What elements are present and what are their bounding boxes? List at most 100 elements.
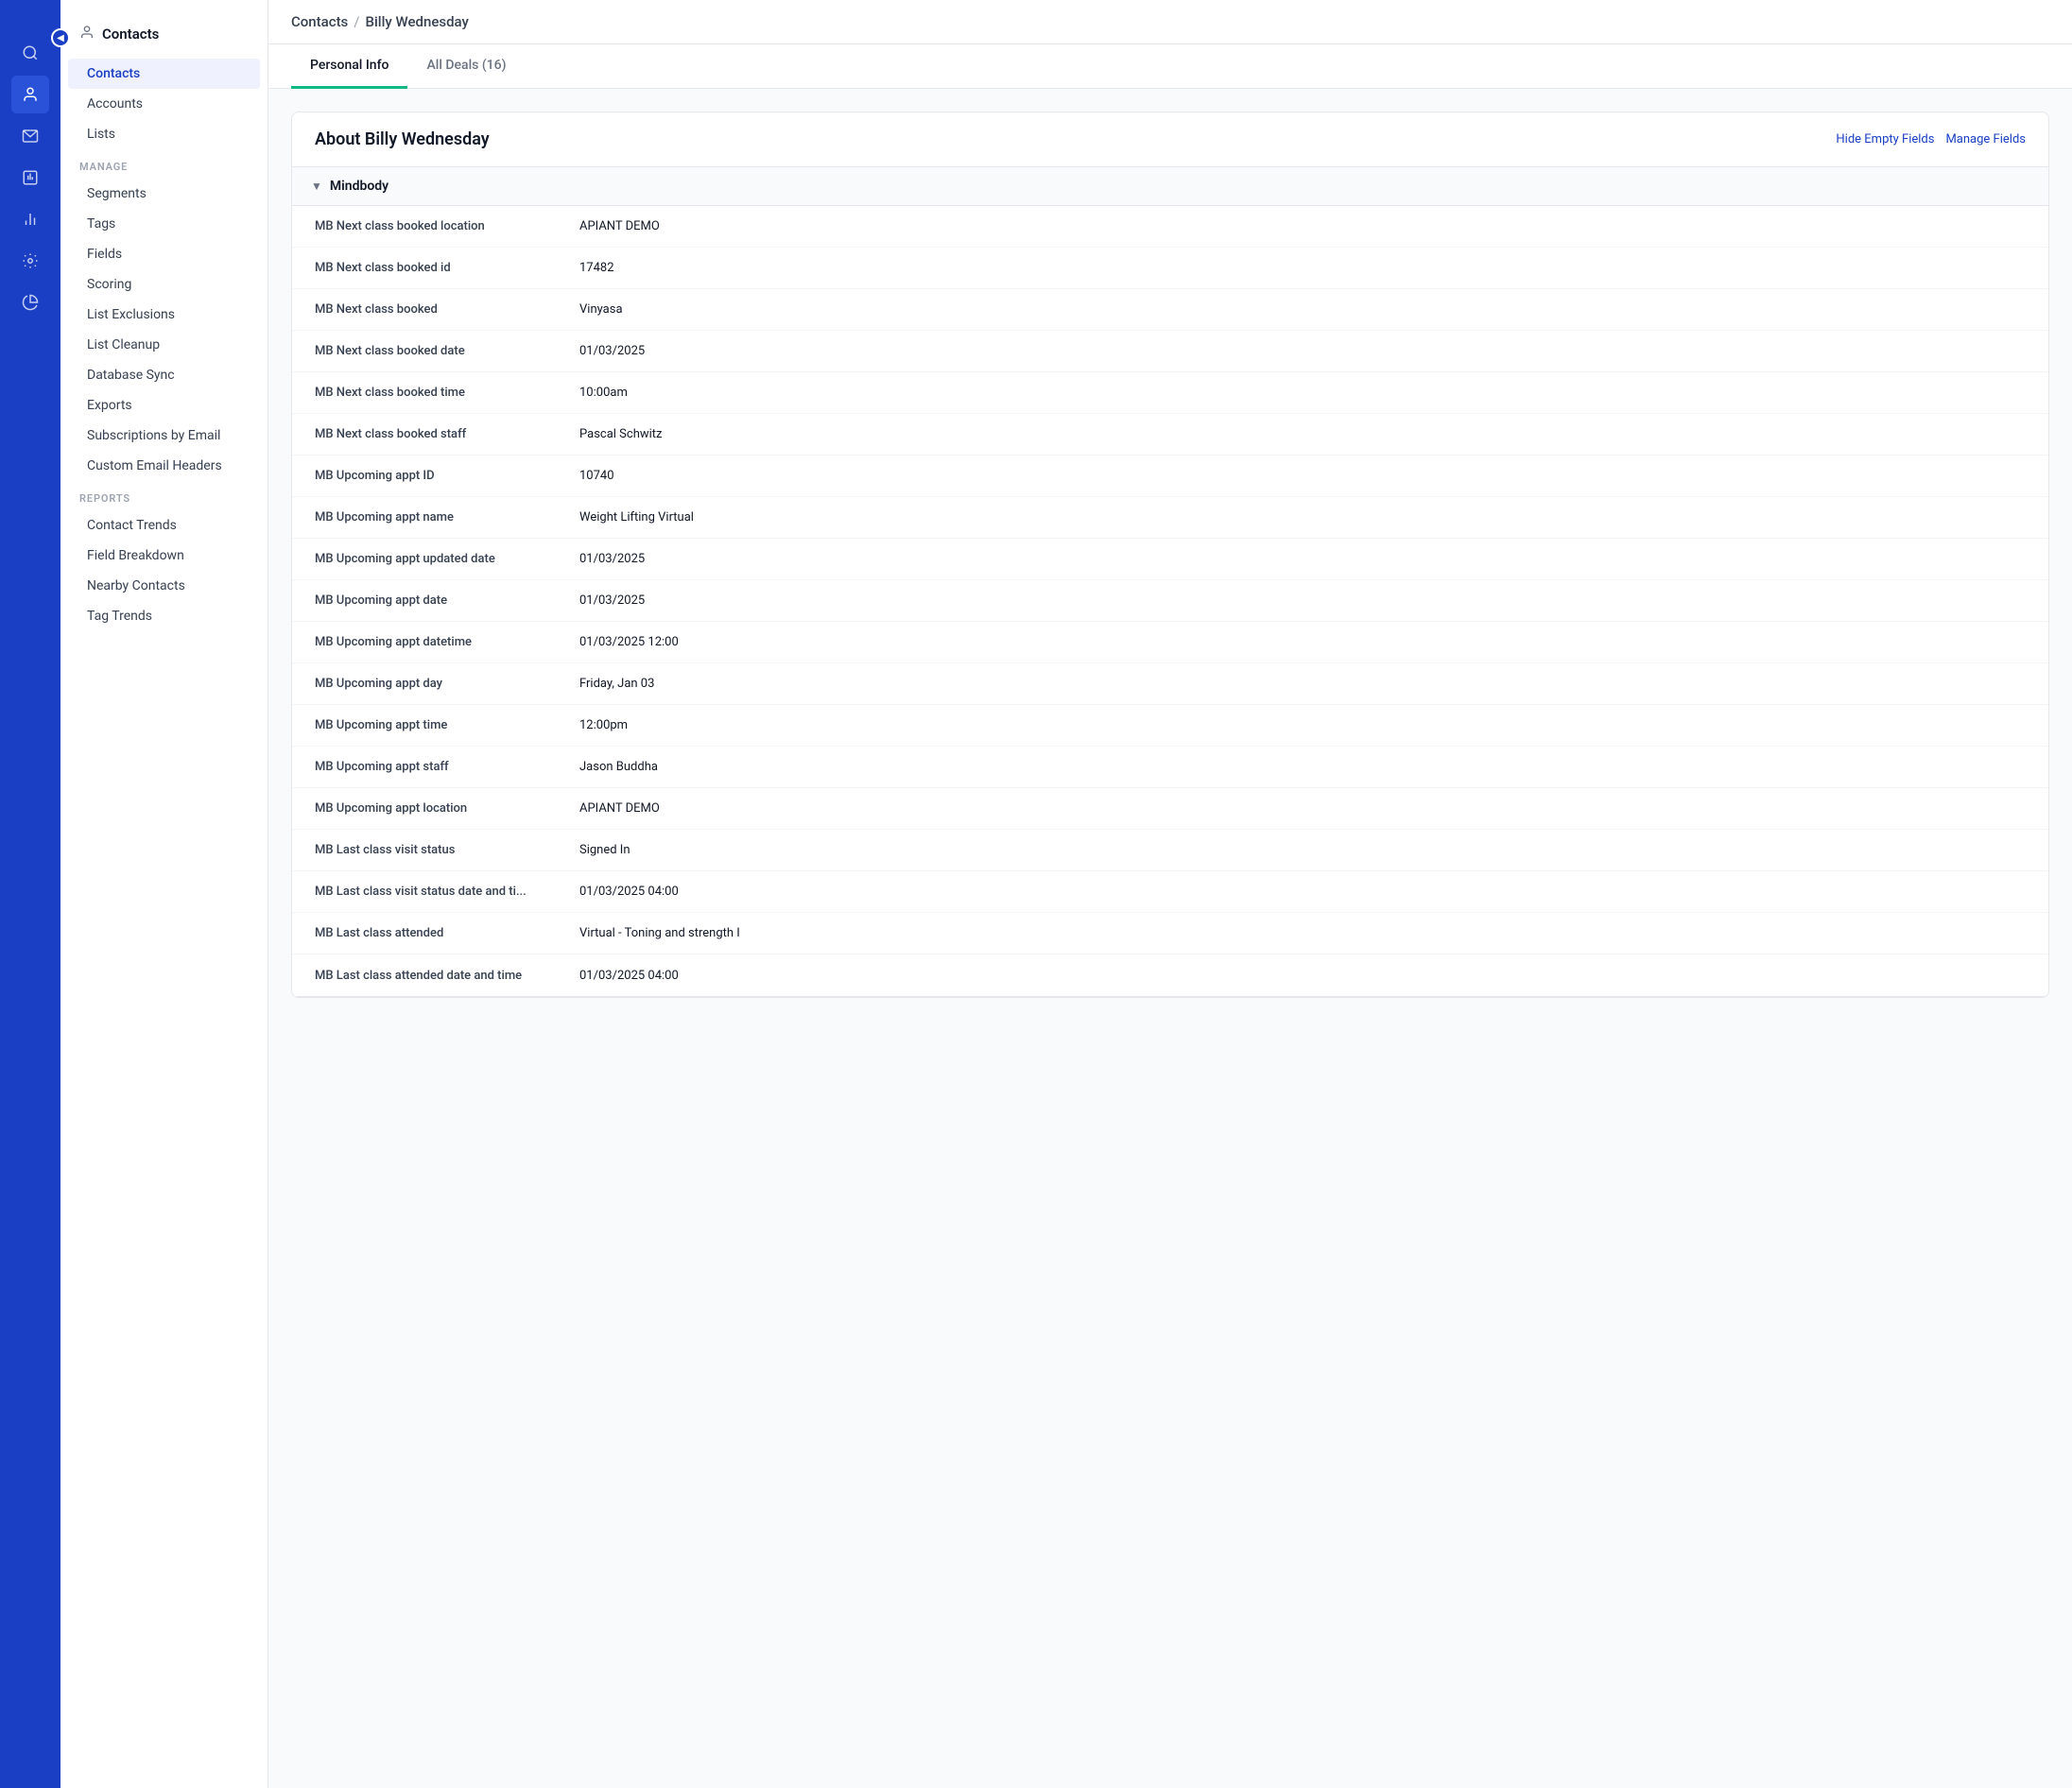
collapse-button[interactable]: ◀ [51,28,70,47]
table-row: MB Upcoming appt name Weight Lifting Vir… [292,497,2048,539]
field-label: MB Next class booked location [315,219,579,233]
field-value: 01/03/2025 12:00 [579,635,2026,649]
field-value: 01/03/2025 [579,344,2026,358]
sidebar-item-database-sync[interactable]: Database Sync [68,360,260,390]
sidebar-item-contacts[interactable]: Contacts [68,59,260,89]
sidebar-item-tags[interactable]: Tags [68,209,260,239]
nav-icon-settings[interactable] [11,242,49,280]
table-row: MB Last class attended Virtual - Toning … [292,913,2048,954]
field-label: MB Upcoming appt day [315,677,579,691]
sidebar-item-fields[interactable]: Fields [68,239,260,269]
sidebar-item-lists[interactable]: Lists [68,119,260,149]
field-value: Vinyasa [579,302,2026,317]
breadcrumb-contacts-link[interactable]: Contacts [291,13,348,30]
field-label: MB Next class booked id [315,261,579,275]
hide-empty-fields-link[interactable]: Hide Empty Fields [1836,132,1934,146]
sidebar-item-scoring[interactable]: Scoring [68,269,260,300]
nav-icon-contacts[interactable] [11,76,49,113]
table-row: MB Upcoming appt updated date 01/03/2025 [292,539,2048,580]
card-header: About Billy Wednesday Hide Empty Fields … [292,112,2048,167]
table-row: MB Upcoming appt ID 10740 [292,456,2048,497]
table-row: MB Upcoming appt date 01/03/2025 [292,580,2048,622]
table-row: MB Upcoming appt day Friday, Jan 03 [292,663,2048,705]
sidebar-item-segments[interactable]: Segments [68,179,260,209]
table-row: MB Next class booked staff Pascal Schwit… [292,414,2048,456]
table-row: MB Next class booked date 01/03/2025 [292,331,2048,372]
left-nav-header: Contacts [60,15,268,59]
nav-icon-pie[interactable] [11,284,49,321]
field-value: Jason Buddha [579,760,2026,774]
table-row: MB Upcoming appt location APIANT DEMO [292,788,2048,830]
sidebar-item-accounts[interactable]: Accounts [68,89,260,119]
breadcrumb-separator: / [354,13,359,30]
field-value: 01/03/2025 [579,593,2026,608]
field-label: MB Upcoming appt time [315,718,579,732]
field-label: MB Upcoming appt name [315,510,579,524]
field-label: MB Upcoming appt updated date [315,552,579,566]
icon-sidebar: ◀ [0,0,60,1788]
field-label: MB Last class visit status date and ti..… [315,885,579,899]
sidebar-item-subscriptions-by-email[interactable]: Subscriptions by Email [68,421,260,451]
card-header-actions: Hide Empty Fields Manage Fields [1836,132,2026,146]
field-label: MB Next class booked staff [315,427,579,441]
sidebar-item-custom-email-headers[interactable]: Custom Email Headers [68,451,260,481]
table-row: MB Next class booked id 17482 [292,248,2048,289]
mindbody-section: ▼ Mindbody MB Next class booked location… [292,167,2048,997]
sidebar-item-contact-trends[interactable]: Contact Trends [68,510,260,541]
sidebar-item-exports[interactable]: Exports [68,390,260,421]
table-row: MB Upcoming appt time 12:00pm [292,705,2048,747]
sidebar-item-list-cleanup[interactable]: List Cleanup [68,330,260,360]
nav-icon-email[interactable] [11,117,49,155]
table-row: MB Upcoming appt datetime 01/03/2025 12:… [292,622,2048,663]
about-card: About Billy Wednesday Hide Empty Fields … [291,112,2049,998]
tab-personal-info[interactable]: Personal Info [291,44,407,89]
table-row: MB Last class attended date and time 01/… [292,954,2048,996]
field-label: MB Next class booked [315,302,579,317]
field-value: Friday, Jan 03 [579,677,2026,691]
chevron-down-icon: ▼ [311,180,322,193]
nav-icon-reports[interactable] [11,159,49,197]
left-nav-title: Contacts [102,26,159,43]
field-label: MB Next class booked time [315,386,579,400]
field-label: MB Next class booked date [315,344,579,358]
field-value: 17482 [579,261,2026,275]
manage-section-title: MANAGE [60,149,268,179]
field-label: MB Upcoming appt datetime [315,635,579,649]
contacts-header-icon [79,25,95,43]
tab-all-deals[interactable]: All Deals (16) [407,44,525,89]
field-value: Virtual - Toning and strength I [579,926,2026,940]
field-label: MB Upcoming appt ID [315,469,579,483]
field-value: 01/03/2025 04:00 [579,969,2026,983]
nav-icon-analytics[interactable] [11,200,49,238]
field-value: 10740 [579,469,2026,483]
field-value: 12:00pm [579,718,2026,732]
manage-fields-link[interactable]: Manage Fields [1945,132,2026,146]
mindbody-section-header[interactable]: ▼ Mindbody [292,167,2048,206]
field-label: MB Upcoming appt location [315,801,579,816]
main-area: Contacts / Billy Wednesday Personal Info… [268,0,2072,1788]
field-label: MB Last class attended date and time [315,969,579,983]
sidebar-item-list-exclusions[interactable]: List Exclusions [68,300,260,330]
field-value: Weight Lifting Virtual [579,510,2026,524]
sidebar-item-field-breakdown[interactable]: Field Breakdown [68,541,260,571]
nav-icon-search[interactable] [11,34,49,72]
field-value: Pascal Schwitz [579,427,2026,441]
sidebar-item-nearby-contacts[interactable]: Nearby Contacts [68,571,260,601]
field-value: 10:00am [579,386,2026,400]
reports-section-title: REPORTS [60,481,268,510]
table-row: MB Next class booked location APIANT DEM… [292,206,2048,248]
sidebar-item-tag-trends[interactable]: Tag Trends [68,601,260,631]
left-nav: Contacts Contacts Accounts Lists MANAGE … [60,0,268,1788]
table-row: MB Next class booked time 10:00am [292,372,2048,414]
breadcrumb-current: Billy Wednesday [365,13,468,30]
field-value: APIANT DEMO [579,219,2026,233]
tabs-bar: Personal Info All Deals (16) [268,44,2072,89]
field-value: Signed In [579,843,2026,857]
field-value: APIANT DEMO [579,801,2026,816]
field-label: MB Upcoming appt date [315,593,579,608]
mindbody-section-label: Mindbody [330,179,388,194]
table-row: MB Next class booked Vinyasa [292,289,2048,331]
field-label: MB Last class attended [315,926,579,940]
table-row: MB Upcoming appt staff Jason Buddha [292,747,2048,788]
table-row: MB Last class visit status Signed In [292,830,2048,871]
